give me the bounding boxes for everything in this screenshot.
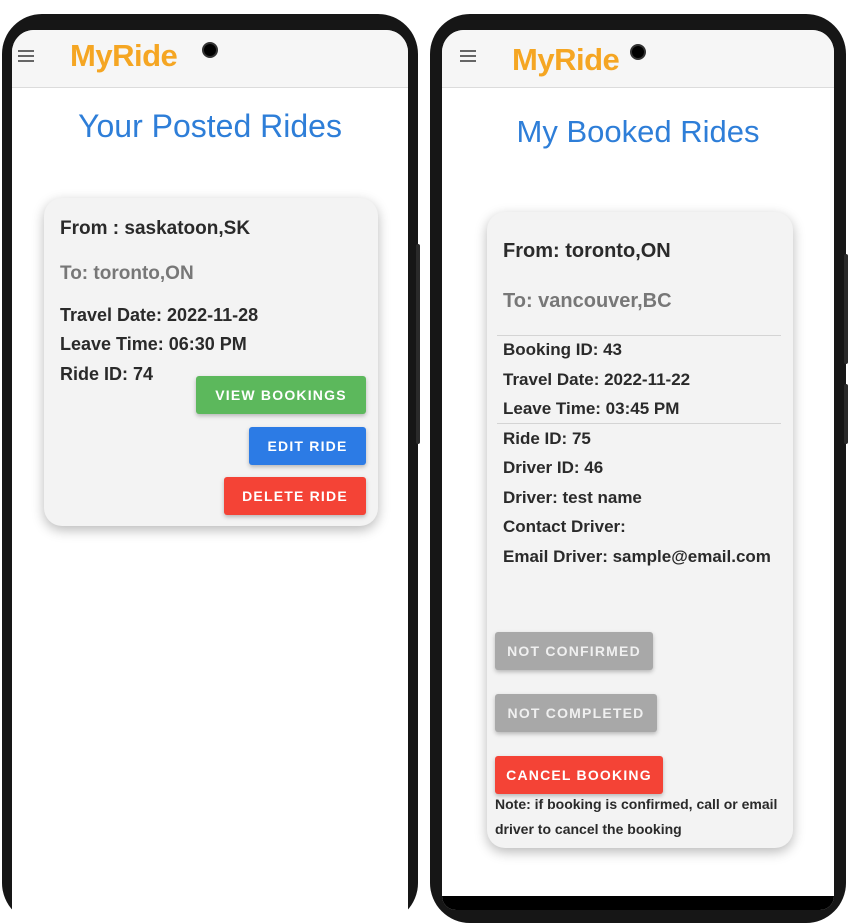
not-confirmed-button[interactable]: NOT CONFIRMED — [495, 632, 653, 670]
hamburger-menu-icon[interactable] — [18, 50, 36, 62]
note-line-2: driver to cancel the booking — [495, 821, 682, 837]
driver-id: Driver ID: 46 — [503, 458, 604, 477]
contact-driver: Contact Driver: — [503, 517, 626, 536]
ride-card: From : saskatoon,SK To: toronto,ON Trave… — [44, 198, 378, 526]
front-camera-icon — [630, 44, 646, 60]
page-title: My Booked Rides — [516, 114, 760, 149]
not-completed-button[interactable]: NOT COMPLETED — [495, 694, 657, 732]
ride-id: Ride ID: 74 — [60, 364, 154, 384]
phone-frame-left: MyRide Your Posted Rides From : saskatoo… — [2, 14, 420, 923]
screen-right: MyRide My Booked Rides From: toronto,ON … — [442, 30, 834, 910]
hamburger-menu-icon[interactable] — [460, 50, 478, 62]
travel-date: Travel Date: 2022-11-22 — [503, 370, 691, 389]
page-title: Your Posted Rides — [78, 108, 342, 144]
screen-left: MyRide Your Posted Rides From : saskatoo… — [12, 30, 408, 923]
travel-date: Travel Date: 2022-11-28 — [60, 305, 259, 325]
cancel-booking-button[interactable]: CANCEL BOOKING — [495, 756, 663, 794]
booking-card: From: toronto,ON To: vancouver,BC Bookin… — [487, 212, 793, 848]
side-button — [844, 254, 848, 364]
app-title: MyRide — [512, 42, 620, 77]
booking-from: From: toronto,ON — [503, 240, 671, 262]
divider — [497, 423, 781, 424]
front-camera-icon — [202, 42, 218, 58]
side-button — [416, 244, 420, 444]
app-title: MyRide — [70, 38, 178, 73]
ride-to: To: toronto,ON — [60, 263, 194, 284]
phone-frame-right: MyRide My Booked Rides From: toronto,ON … — [430, 14, 848, 923]
note-line-1: Note: if booking is confirmed, call or e… — [495, 796, 778, 812]
leave-time: Leave Time: 06:30 PM — [60, 334, 247, 354]
bottom-bezel — [442, 896, 834, 910]
side-button — [844, 384, 848, 444]
app-bar: MyRide — [12, 30, 408, 88]
leave-time: Leave Time: 03:45 PM — [503, 399, 680, 418]
delete-ride-button[interactable]: DELETE RIDE — [224, 477, 366, 515]
ride-from: From : saskatoon,SK — [60, 218, 251, 239]
booking-to: To: vancouver,BC — [503, 290, 672, 312]
ride-id: Ride ID: 75 — [503, 429, 591, 448]
booking-id: Booking ID: 43 — [503, 340, 623, 359]
edit-ride-button[interactable]: EDIT RIDE — [249, 427, 366, 465]
email-driver: Email Driver: sample@email.com — [503, 547, 771, 566]
view-bookings-button[interactable]: VIEW BOOKINGS — [196, 376, 366, 414]
driver-name: Driver: test name — [503, 488, 642, 507]
app-bar: MyRide — [442, 30, 834, 88]
divider — [497, 335, 781, 336]
